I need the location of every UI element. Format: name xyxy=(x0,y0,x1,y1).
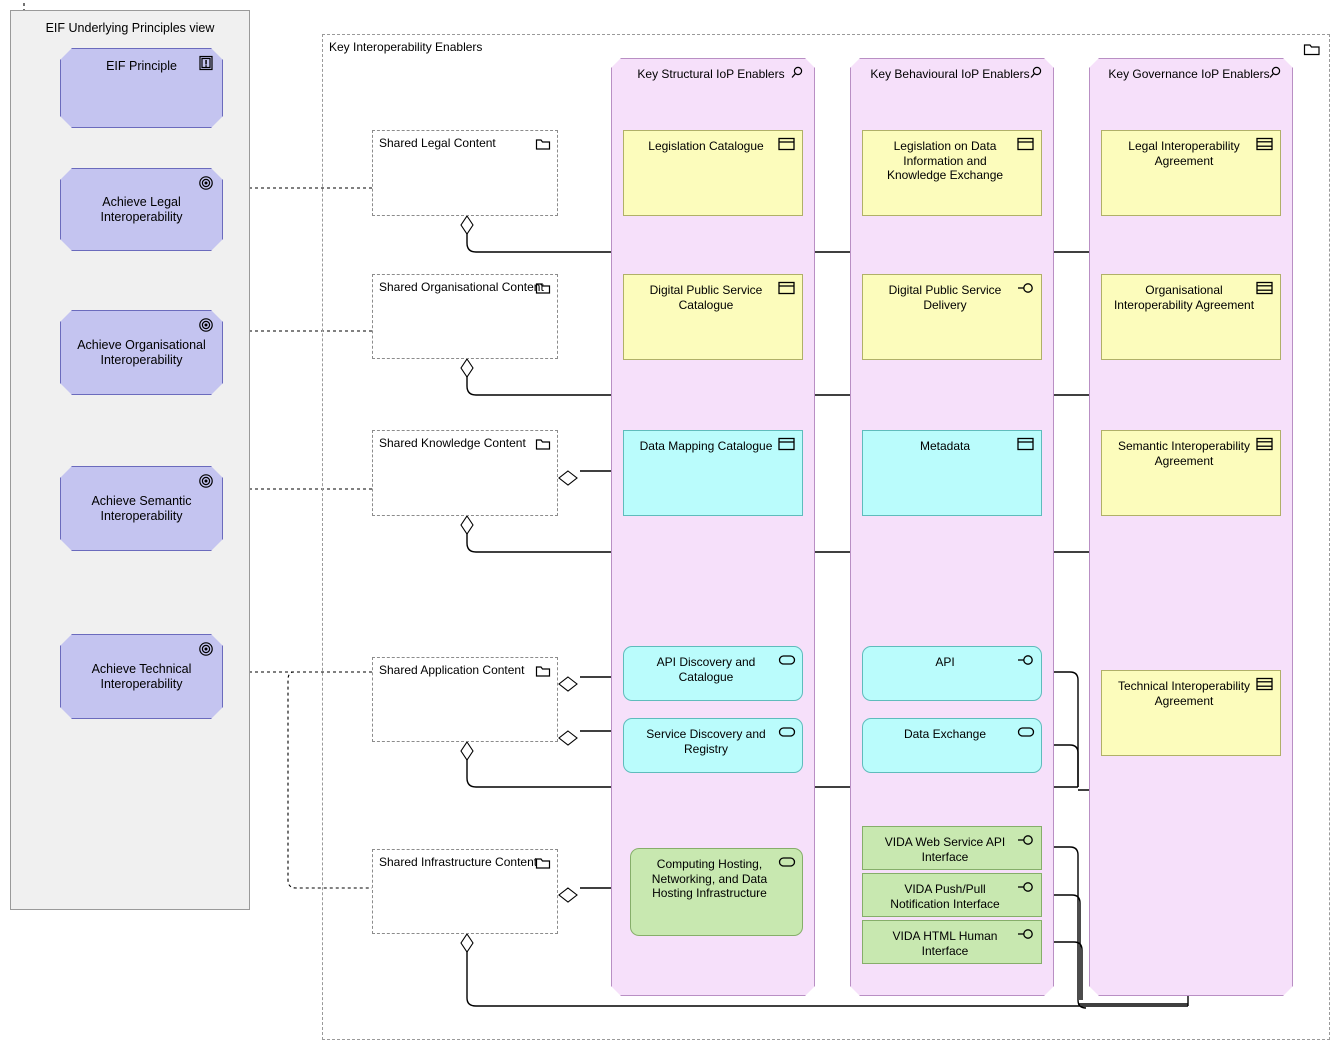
grouping-magnifier-icon xyxy=(790,66,804,80)
shared-infrastructure-content[interactable]: Shared Infrastructure Content xyxy=(372,849,558,934)
shared-application-content[interactable]: Shared Application Content xyxy=(372,657,558,742)
org-agreement-label: Organisational Interoperability Agreemen… xyxy=(1113,283,1255,312)
principle-icon xyxy=(198,55,216,70)
shared-organisational-content-label: Shared Organisational Content xyxy=(379,280,544,294)
shared-legal-content[interactable]: Shared Legal Content xyxy=(372,130,558,216)
metadata-label: Metadata xyxy=(919,439,971,453)
motivation-eif-principle[interactable]: EIF Principle xyxy=(60,48,223,128)
shared-legal-content-label: Shared Legal Content xyxy=(379,136,496,150)
motivation-achieve-technical-interoperability[interactable]: Achieve Technical Interoperability xyxy=(60,634,223,719)
element-digital-public-service-catalogue[interactable]: Digital Public Service Catalogue xyxy=(623,274,803,360)
contract-icon xyxy=(1256,437,1274,452)
application-service-icon xyxy=(778,653,796,668)
shared-application-content-label: Shared Application Content xyxy=(379,663,525,677)
contract-icon xyxy=(1256,281,1274,296)
element-vida-html-human-interface[interactable]: VIDA HTML Human Interface xyxy=(862,920,1042,964)
shared-knowledge-content-label: Shared Knowledge Content xyxy=(379,436,526,450)
enablers-title: Key Interoperability Enablers xyxy=(329,40,483,54)
governance-group-title: Key Governance IoP Enablers xyxy=(1108,67,1270,81)
business-object-icon xyxy=(1017,437,1035,452)
interface-icon xyxy=(1017,653,1035,668)
interface-icon xyxy=(1017,281,1035,296)
grouping-magnifier-icon xyxy=(1029,66,1043,80)
goal-organisational-label: Achieve Organisational Interoperability xyxy=(77,337,206,367)
dps-delivery-label: Digital Public Service Delivery xyxy=(888,283,1002,312)
motivation-achieve-legal-interoperability[interactable]: Achieve Legal Interoperability xyxy=(60,168,223,251)
vida-push-pull-label: VIDA Push/Pull Notification Interface xyxy=(890,882,1000,911)
dps-catalogue-label: Digital Public Service Catalogue xyxy=(649,283,763,312)
shared-infrastructure-content-label: Shared Infrastructure Content xyxy=(379,855,538,869)
folder-icon xyxy=(535,137,551,151)
goal-icon xyxy=(198,317,216,332)
folder-icon xyxy=(535,437,551,451)
interface-icon xyxy=(1017,927,1035,942)
contract-icon xyxy=(1256,677,1274,692)
grouping-magnifier-icon xyxy=(1268,66,1282,80)
element-metadata[interactable]: Metadata xyxy=(862,430,1042,516)
element-vida-push-pull-notification-interface[interactable]: VIDA Push/Pull Notification Interface xyxy=(862,873,1042,917)
element-service-discovery-and-registry[interactable]: Service Discovery and Registry xyxy=(623,718,803,773)
shared-organisational-content[interactable]: Shared Organisational Content xyxy=(372,274,558,359)
application-service-icon xyxy=(778,725,796,740)
folder-icon xyxy=(535,856,551,870)
legislation-catalogue-label: Legislation Catalogue xyxy=(648,139,764,153)
motivation-achieve-semantic-interoperability[interactable]: Achieve Semantic Interoperability xyxy=(60,466,223,551)
goal-icon xyxy=(198,473,216,488)
element-api[interactable]: API xyxy=(862,646,1042,701)
eif-principle-label: EIF Principle xyxy=(106,59,177,73)
technology-service-icon xyxy=(778,855,796,870)
structural-group-title: Key Structural IoP Enablers xyxy=(637,67,785,81)
legal-agreement-label: Legal Interoperability Agreement xyxy=(1128,139,1240,168)
interface-icon xyxy=(1017,880,1035,895)
application-service-icon xyxy=(1017,725,1035,740)
element-digital-public-service-delivery[interactable]: Digital Public Service Delivery xyxy=(862,274,1042,360)
data-exchange-label: Data Exchange xyxy=(903,727,987,741)
element-organisational-interoperability-agreement[interactable]: Organisational Interoperability Agreemen… xyxy=(1101,274,1281,360)
legislation-on-data-label: Legislation on Data Information and Know… xyxy=(886,139,1004,182)
behavioural-group-title: Key Behavioural IoP Enablers xyxy=(870,67,1030,81)
motivation-achieve-organisational-interoperability[interactable]: Achieve Organisational Interoperability xyxy=(60,310,223,395)
diagram-canvas: EIF Underlying Principles view EIF Princ… xyxy=(0,0,1340,1052)
api-discovery-label: API Discovery and Catalogue xyxy=(656,655,756,684)
element-data-exchange[interactable]: Data Exchange xyxy=(862,718,1042,773)
computing-hosting-label: Computing Hosting, Networking, and Data … xyxy=(651,857,768,900)
vida-web-service-label: VIDA Web Service API Interface xyxy=(884,835,1006,864)
element-data-mapping-catalogue[interactable]: Data Mapping Catalogue xyxy=(623,430,803,516)
element-computing-hosting-infrastructure[interactable]: Computing Hosting, Networking, and Data … xyxy=(630,848,803,936)
folder-icon xyxy=(535,281,551,295)
business-object-icon xyxy=(778,281,796,296)
element-technical-interoperability-agreement[interactable]: Technical Interoperability Agreement xyxy=(1101,670,1281,756)
business-object-icon xyxy=(778,437,796,452)
goal-legal-label: Achieve Legal Interoperability xyxy=(100,194,183,224)
vida-html-label: VIDA HTML Human Interface xyxy=(892,929,998,958)
element-vida-web-service-api-interface[interactable]: VIDA Web Service API Interface xyxy=(862,826,1042,870)
business-object-icon xyxy=(778,137,796,152)
element-api-discovery-and-catalogue[interactable]: API Discovery and Catalogue xyxy=(623,646,803,701)
element-legal-interoperability-agreement[interactable]: Legal Interoperability Agreement xyxy=(1101,130,1281,216)
shared-knowledge-content[interactable]: Shared Knowledge Content xyxy=(372,430,558,516)
business-object-icon xyxy=(1017,137,1035,152)
view-title: EIF Underlying Principles view xyxy=(45,21,215,35)
goal-technical-label: Achieve Technical Interoperability xyxy=(91,661,192,691)
interface-icon xyxy=(1017,833,1035,848)
goal-icon xyxy=(198,641,216,656)
folder-icon xyxy=(1303,41,1321,57)
folder-icon xyxy=(535,664,551,678)
semantic-agreement-label: Semantic Interoperability Agreement xyxy=(1117,439,1251,468)
element-legislation-on-data[interactable]: Legislation on Data Information and Know… xyxy=(862,130,1042,216)
technical-agreement-label: Technical Interoperability Agreement xyxy=(1117,679,1251,708)
element-legislation-catalogue[interactable]: Legislation Catalogue xyxy=(623,130,803,216)
data-mapping-catalogue-label: Data Mapping Catalogue xyxy=(639,439,773,453)
service-discovery-label: Service Discovery and Registry xyxy=(646,727,766,756)
element-semantic-interoperability-agreement[interactable]: Semantic Interoperability Agreement xyxy=(1101,430,1281,516)
goal-icon xyxy=(198,175,216,190)
eif-principles-view: EIF Underlying Principles view xyxy=(10,10,250,910)
api-label: API xyxy=(935,655,955,669)
contract-icon xyxy=(1256,137,1274,152)
goal-semantic-label: Achieve Semantic Interoperability xyxy=(91,493,192,523)
